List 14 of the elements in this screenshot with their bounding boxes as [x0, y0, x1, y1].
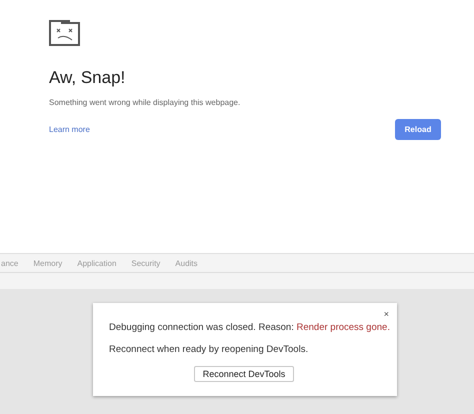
- reconnect-hint: Reconnect when ready by reopening DevTools.: [109, 343, 308, 357]
- devtools-tab[interactable]: Application: [77, 258, 116, 268]
- error-message: Something went wrong while displaying this webpage.: [49, 98, 242, 107]
- devtools-tab[interactable]: Security: [131, 258, 160, 268]
- connection-message: Debugging connection was closed. Reason: Render process gone.: [109, 321, 390, 334]
- reload-button[interactable]: Reload: [395, 119, 441, 140]
- devtools-tab[interactable]: Memory: [33, 258, 62, 268]
- sad-page-icon: [49, 18, 81, 46]
- error-title: Aw, Snap!: [49, 68, 126, 88]
- close-button[interactable]: ×: [384, 309, 389, 319]
- reconnect-button[interactable]: Reconnect DevTools: [194, 366, 294, 382]
- devtools-tab[interactable]: ance: [1, 258, 18, 268]
- learn-more-link[interactable]: Learn more: [49, 125, 90, 134]
- devtools-tab[interactable]: Audits: [175, 258, 198, 268]
